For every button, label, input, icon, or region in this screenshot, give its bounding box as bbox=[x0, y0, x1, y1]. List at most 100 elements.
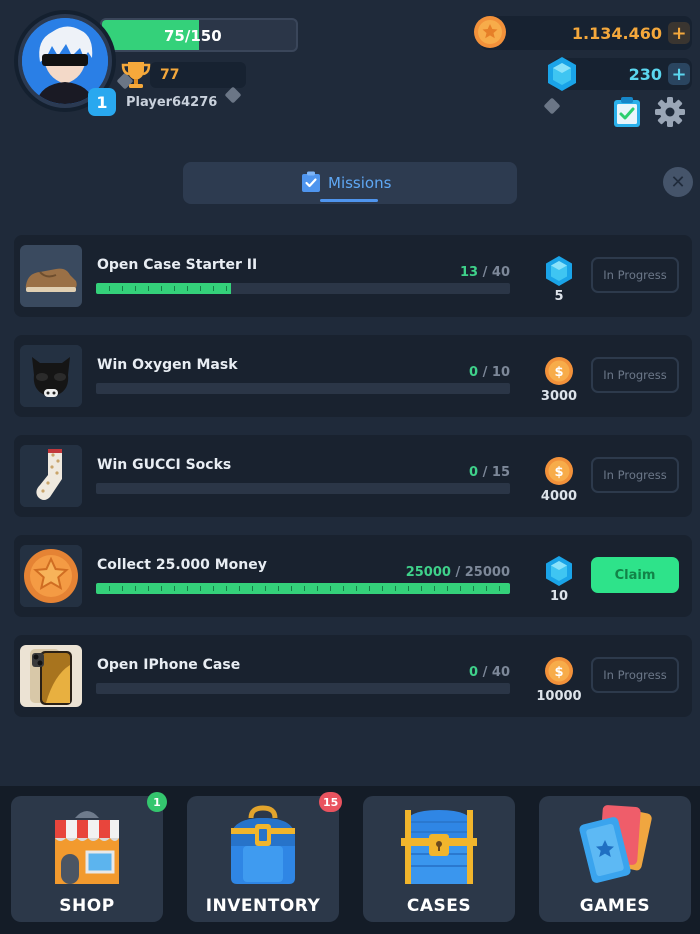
svg-text:$: $ bbox=[554, 365, 563, 380]
progress-tick bbox=[161, 286, 162, 291]
trophy-icon bbox=[121, 62, 151, 88]
close-button[interactable]: ✕ bbox=[663, 167, 693, 197]
mission-progress-current: 13 bbox=[460, 265, 483, 280]
mission-progress-current: 0 bbox=[469, 365, 483, 380]
mission-row: Open IPhone Case 0 / 40 $10000 In Progress bbox=[14, 635, 692, 717]
mission-title: Collect 25.000 Money bbox=[97, 557, 267, 573]
nav-shop-button[interactable]: 1 SHOP bbox=[11, 792, 167, 922]
progress-tick bbox=[421, 586, 422, 591]
progress-tick bbox=[473, 586, 474, 591]
progress-tick bbox=[460, 586, 461, 591]
progress-tick bbox=[226, 286, 227, 291]
progress-tick bbox=[265, 586, 266, 591]
mission-item-image bbox=[20, 445, 82, 507]
xp-text: 75/150 bbox=[164, 27, 222, 45]
mission-progress-current: 25000 bbox=[405, 565, 456, 580]
mission-reward-amount: 10000 bbox=[536, 689, 582, 704]
mission-progress-total: / 40 bbox=[482, 665, 510, 680]
mission-title: Open Case Starter II bbox=[97, 257, 258, 273]
gem-icon bbox=[548, 57, 576, 91]
nav-inventory-button[interactable]: 15 INVENTORY bbox=[187, 792, 343, 922]
trophy-count: 77 bbox=[160, 67, 180, 83]
mission-progress-text: 25000 / 25000 bbox=[406, 565, 510, 580]
mission-title: Win Oxygen Mask bbox=[97, 357, 238, 373]
shop-icon bbox=[55, 811, 119, 884]
add-gems-button[interactable]: + bbox=[668, 63, 690, 85]
nav-inventory-label: INVENTORY bbox=[205, 896, 321, 916]
player-name: Player64276 bbox=[126, 95, 218, 110]
progress-tick bbox=[148, 586, 149, 591]
mission-progress-total: / 15 bbox=[482, 465, 510, 480]
level-badge: 1 bbox=[88, 88, 116, 116]
progress-tick bbox=[395, 586, 396, 591]
progress-tick bbox=[434, 586, 435, 591]
nav-cases-button[interactable]: CASES bbox=[363, 796, 515, 922]
mission-row: Open Case Starter II 13 / 40 5 In Progress bbox=[14, 235, 692, 317]
gem-icon bbox=[544, 255, 574, 287]
progress-tick bbox=[343, 586, 344, 591]
add-coins-button[interactable]: + bbox=[668, 22, 690, 44]
progress-tick bbox=[239, 586, 240, 591]
mission-title: Open IPhone Case bbox=[97, 657, 241, 673]
in-progress-button[interactable]: In Progress bbox=[591, 357, 679, 393]
gem-icon bbox=[544, 555, 574, 587]
progress-tick bbox=[226, 586, 227, 591]
clipboard-check-icon bbox=[302, 171, 320, 192]
svg-text:$: $ bbox=[554, 665, 563, 680]
tab-missions-label[interactable]: Missions bbox=[328, 174, 391, 192]
progress-tick bbox=[109, 586, 110, 591]
progress-tick bbox=[135, 586, 136, 591]
progress-tick bbox=[369, 586, 370, 591]
mission-item-image bbox=[20, 645, 82, 707]
mission-reward-amount: 5 bbox=[554, 289, 564, 304]
mission-progress-fill bbox=[96, 283, 231, 294]
gear-icon[interactable] bbox=[654, 96, 686, 128]
progress-tick bbox=[317, 586, 318, 591]
progress-tick bbox=[213, 286, 214, 291]
mission-progress-bar bbox=[96, 283, 510, 294]
in-progress-button[interactable]: In Progress bbox=[591, 257, 679, 293]
progress-tick bbox=[200, 586, 201, 591]
in-progress-button[interactable]: In Progress bbox=[591, 657, 679, 693]
progress-tick bbox=[187, 586, 188, 591]
nav-games-button[interactable]: GAMES bbox=[539, 796, 691, 922]
tab-underline bbox=[320, 199, 378, 202]
coin-balance: 1.134.460 bbox=[571, 24, 662, 43]
nav-shop-label: SHOP bbox=[59, 896, 115, 916]
mission-row: Collect 25.000 Money 25000 / 25000 10 Claim bbox=[14, 535, 692, 617]
progress-tick bbox=[330, 586, 331, 591]
progress-tick bbox=[278, 586, 279, 591]
progress-tick bbox=[174, 586, 175, 591]
progress-tick bbox=[252, 586, 253, 591]
coin-icon bbox=[474, 16, 506, 48]
progress-tick bbox=[187, 286, 188, 291]
mission-progress-total: / 40 bbox=[482, 265, 510, 280]
mission-progress-bar bbox=[96, 383, 510, 394]
mission-progress-text: 0 / 40 bbox=[469, 665, 510, 680]
progress-tick bbox=[382, 586, 383, 591]
nav-games-label: GAMES bbox=[579, 896, 651, 916]
chest-icon bbox=[401, 810, 477, 884]
progress-tick bbox=[291, 586, 292, 591]
cards-icon bbox=[579, 805, 652, 883]
progress-tick bbox=[109, 286, 110, 291]
mission-progress-bar bbox=[96, 583, 510, 594]
mission-item-image bbox=[20, 545, 82, 607]
mission-progress-text: 13 / 40 bbox=[460, 265, 510, 280]
progress-tick bbox=[486, 586, 487, 591]
coin-icon: $ bbox=[544, 655, 574, 687]
mission-reward-amount: 4000 bbox=[540, 489, 578, 504]
coin-icon: $ bbox=[544, 355, 574, 387]
coin-icon: $ bbox=[544, 455, 574, 487]
mission-progress-total: / 25000 bbox=[455, 565, 510, 580]
mission-reward-amount: 3000 bbox=[540, 389, 578, 404]
inventory-notification-badge: 15 bbox=[319, 792, 343, 812]
mission-row: Win Oxygen Mask 0 / 10 $3000 In Progress bbox=[14, 335, 692, 417]
in-progress-button[interactable]: In Progress bbox=[591, 457, 679, 493]
mission-title: Win GUCCI Socks bbox=[97, 457, 232, 473]
mission-progress-text: 0 / 15 bbox=[469, 465, 510, 480]
progress-tick bbox=[213, 586, 214, 591]
claim-button[interactable]: Claim bbox=[591, 557, 679, 593]
clipboard-check-icon[interactable] bbox=[612, 96, 642, 128]
gem-balance: 230 bbox=[628, 65, 662, 84]
